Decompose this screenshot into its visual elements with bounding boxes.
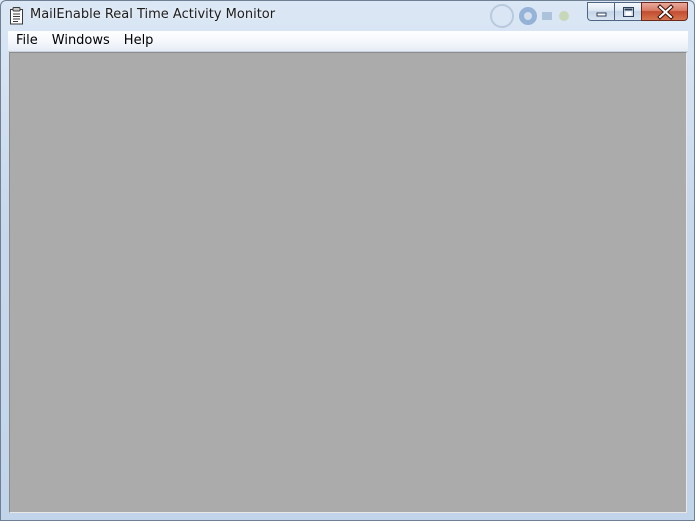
caption-buttons (587, 2, 688, 21)
minimize-button[interactable] (587, 2, 614, 21)
maximize-icon (623, 7, 634, 17)
close-button[interactable] (641, 2, 688, 21)
restore-button[interactable] (614, 2, 641, 21)
window-title: MailEnable Real Time Activity Monitor (30, 7, 276, 22)
menu-file[interactable]: File (8, 31, 45, 51)
menu-help[interactable]: Help (117, 31, 161, 51)
aero-glass-reflection (486, 3, 576, 29)
mdi-client-area[interactable] (9, 52, 687, 513)
title-bar[interactable]: MailEnable Real Time Activity Monitor (1, 1, 694, 31)
app-window: MailEnable Real Time Activity Monitor Fi… (0, 0, 695, 521)
menu-bar: File Windows Help (8, 31, 688, 52)
close-icon (657, 4, 674, 20)
minimize-icon (596, 12, 607, 17)
clipboard-document-icon[interactable] (9, 7, 25, 25)
menu-windows[interactable]: Windows (45, 31, 117, 51)
